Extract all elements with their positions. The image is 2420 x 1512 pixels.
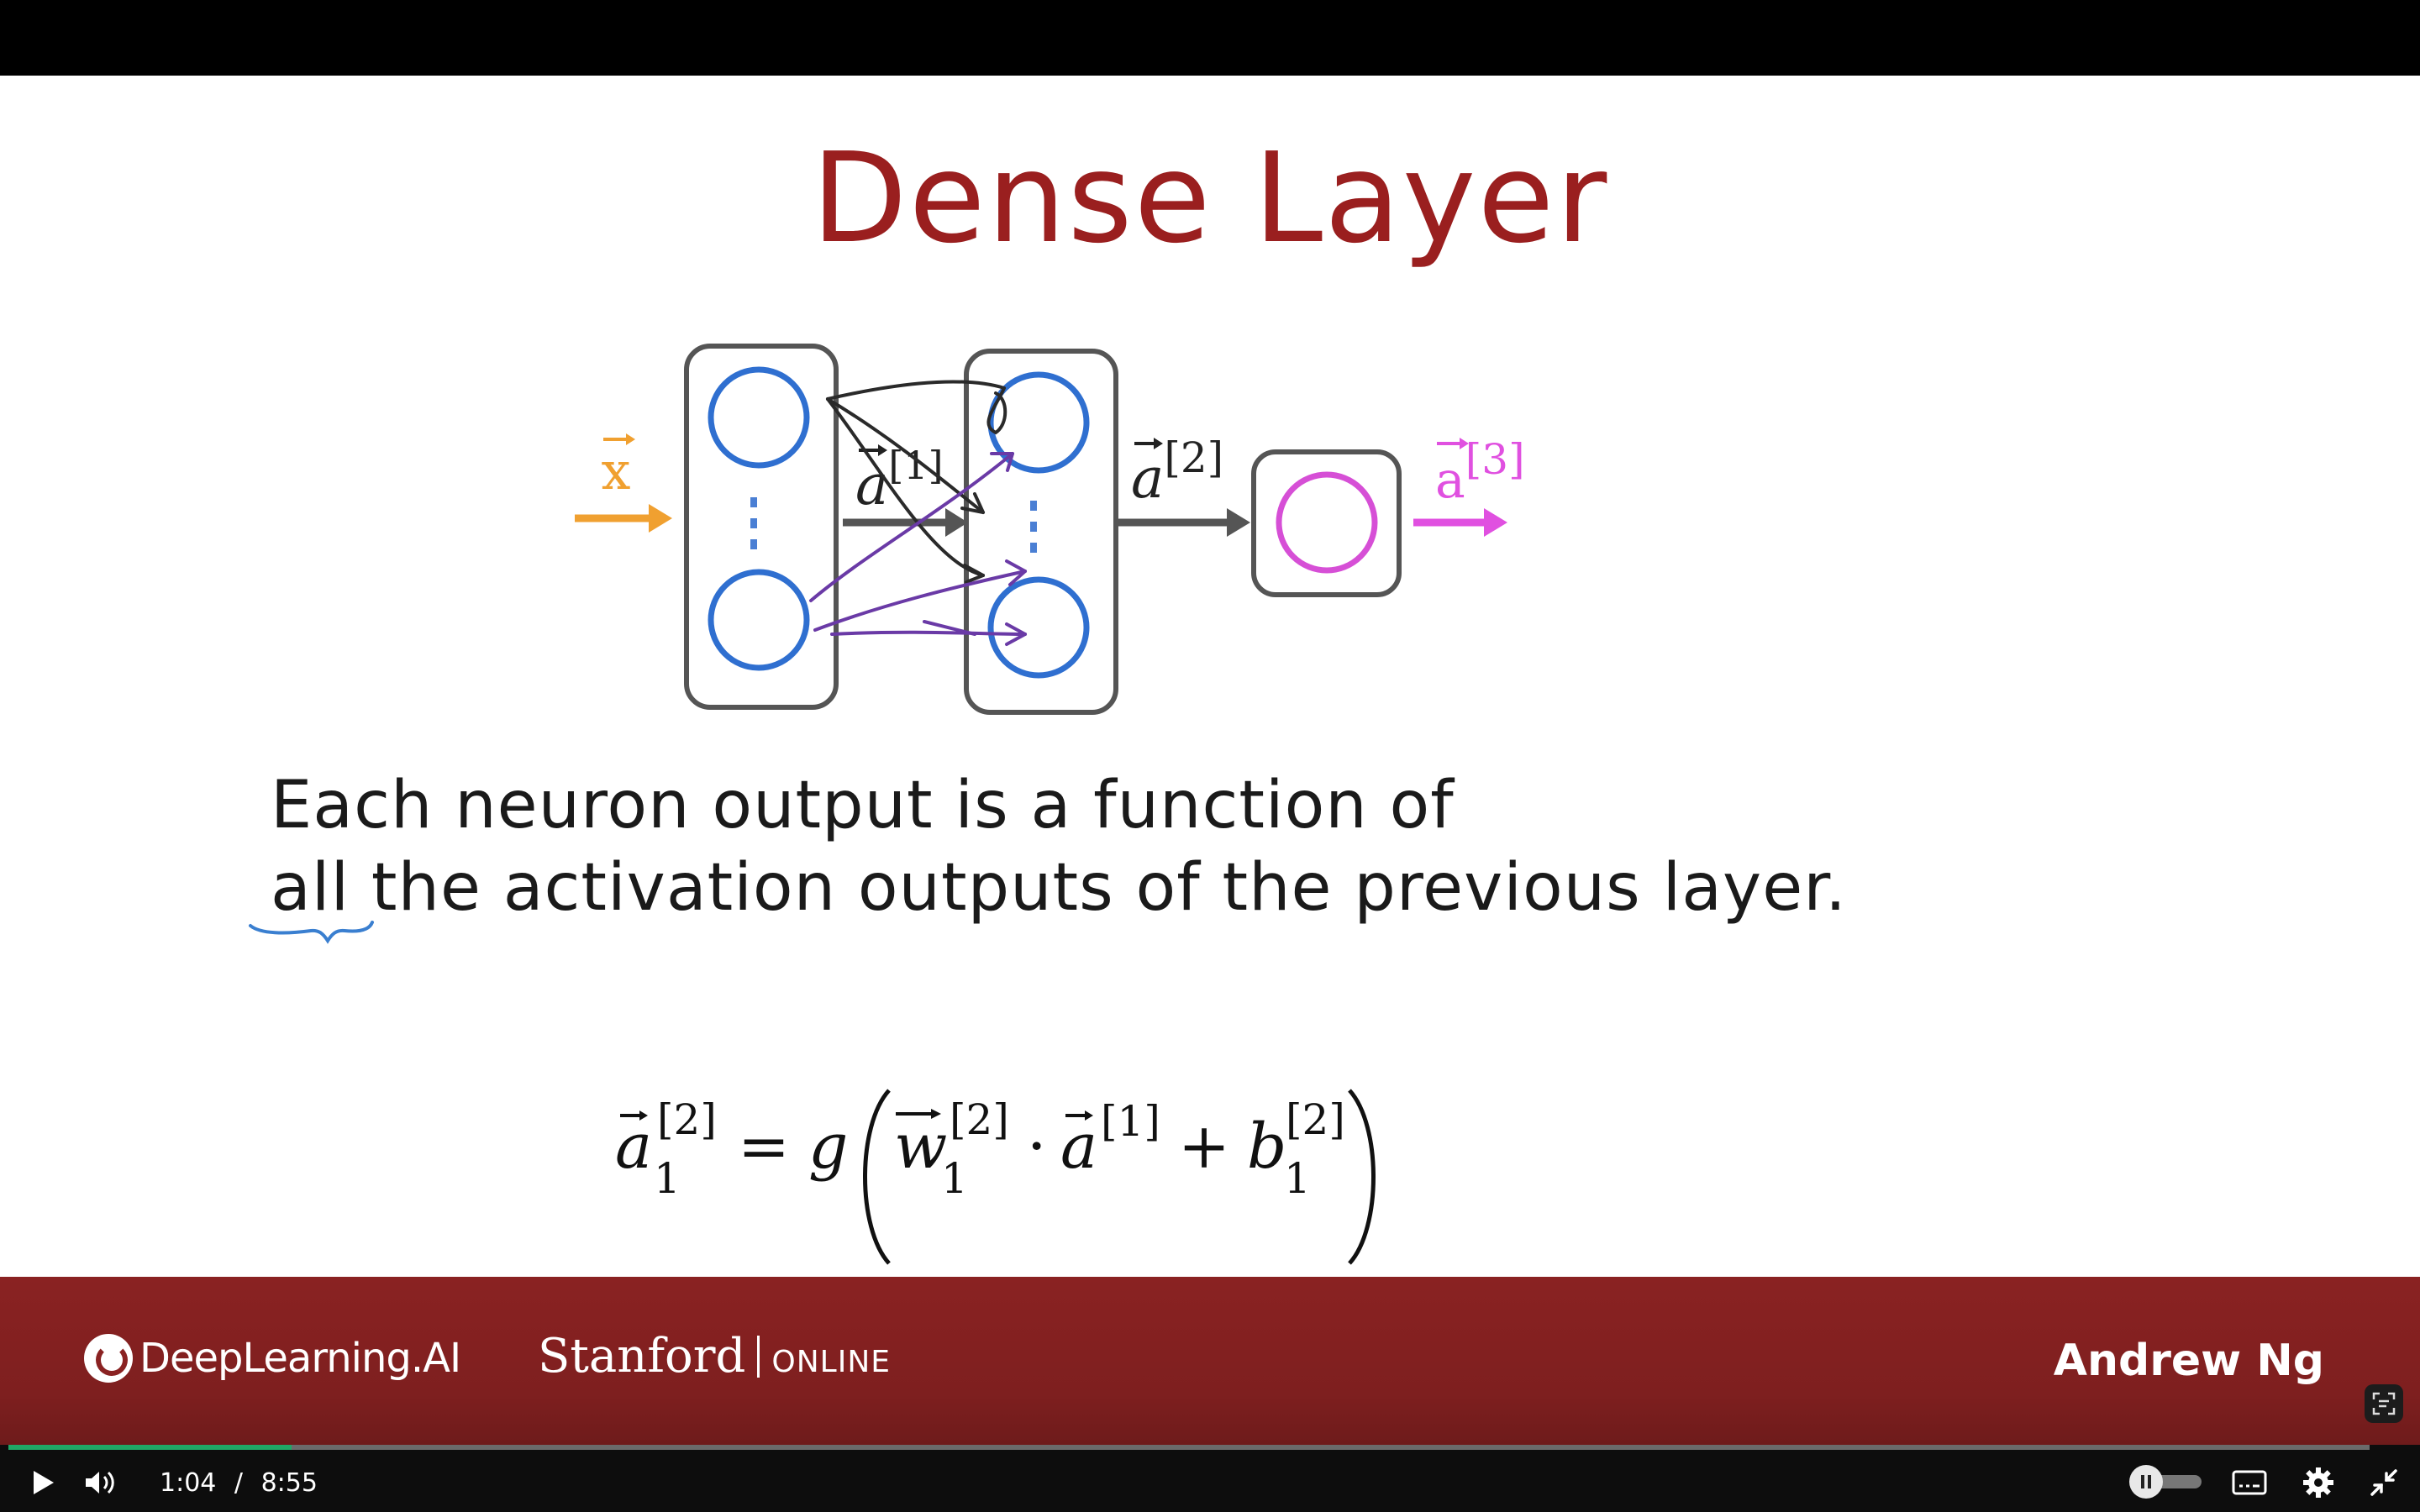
formula-w: w	[894, 1110, 947, 1183]
captions-icon	[2232, 1470, 2267, 1495]
deeplearning-wordmark: DeepLearning.AI	[139, 1335, 461, 1382]
presenter-name: Andrew Ng	[2053, 1336, 2324, 1386]
formula-b: b	[1247, 1110, 1286, 1183]
volume-icon	[86, 1471, 114, 1494]
deeplearning-logo: DeepLearning.AI	[84, 1334, 461, 1383]
slide: Dense Layer x a[1] a[2] a[3] Each neuron…	[0, 76, 2420, 1277]
stanford-wordmark: Stanford	[538, 1329, 746, 1383]
time-display: 1:04 / 8:55	[160, 1468, 318, 1498]
toggle-knob	[2129, 1465, 2163, 1499]
autopause-toggle[interactable]	[2129, 1465, 2207, 1499]
gear-icon	[2303, 1467, 2333, 1498]
play-icon	[34, 1471, 54, 1494]
logo-divider	[757, 1335, 760, 1378]
duration: 8:55	[260, 1468, 318, 1498]
formula-lhs-sub: 1	[654, 1154, 681, 1203]
formula-equals: =	[738, 1110, 790, 1183]
volume-button[interactable]	[81, 1463, 119, 1502]
formula-b-sub: 1	[1284, 1154, 1311, 1203]
exit-fullscreen-button[interactable]	[2365, 1463, 2403, 1502]
settings-button[interactable]	[2299, 1463, 2338, 1502]
formula-lhs: a	[615, 1110, 652, 1183]
formula-plus: +	[1178, 1110, 1230, 1183]
progress-bar[interactable]	[8, 1445, 2370, 1450]
video-controls: 1:04 / 8:55	[0, 1445, 2420, 1512]
current-time: 1:04	[160, 1468, 217, 1498]
pause-icon	[2141, 1475, 2151, 1488]
formula-w-sup: [2]	[950, 1095, 1009, 1144]
formula-w-sub: 1	[941, 1154, 968, 1203]
formula-a: a	[1060, 1110, 1097, 1183]
formula-dot: ·	[1027, 1110, 1047, 1183]
scan-text-button[interactable]	[2365, 1384, 2403, 1423]
online-wordmark: ONLINE	[771, 1345, 892, 1379]
formula-g: g	[808, 1110, 848, 1183]
top-letterbox	[0, 0, 2420, 76]
formula-lhs-sup: [2]	[657, 1095, 717, 1144]
slide-footer: DeepLearning.AI Stanford ONLINE Andrew N…	[0, 1277, 2420, 1445]
scan-text-icon	[2372, 1392, 2396, 1415]
progress-fill	[8, 1445, 292, 1450]
formula-left-paren	[863, 1089, 891, 1265]
formula: a [2] 1 = g w [2] 1 · a [1] + b [2] 1	[615, 1089, 1376, 1265]
exit-fullscreen-icon	[2370, 1469, 2397, 1496]
time-separator: /	[234, 1468, 244, 1498]
play-button[interactable]	[24, 1463, 62, 1502]
deeplearning-logo-icon	[84, 1334, 133, 1383]
formula-right-paren	[1348, 1089, 1376, 1265]
formula-a-sup: [1]	[1101, 1097, 1160, 1146]
stanford-online-logo: Stanford ONLINE	[538, 1329, 891, 1383]
formula-b-sup: [2]	[1286, 1095, 1345, 1144]
captions-button[interactable]	[2230, 1463, 2269, 1502]
